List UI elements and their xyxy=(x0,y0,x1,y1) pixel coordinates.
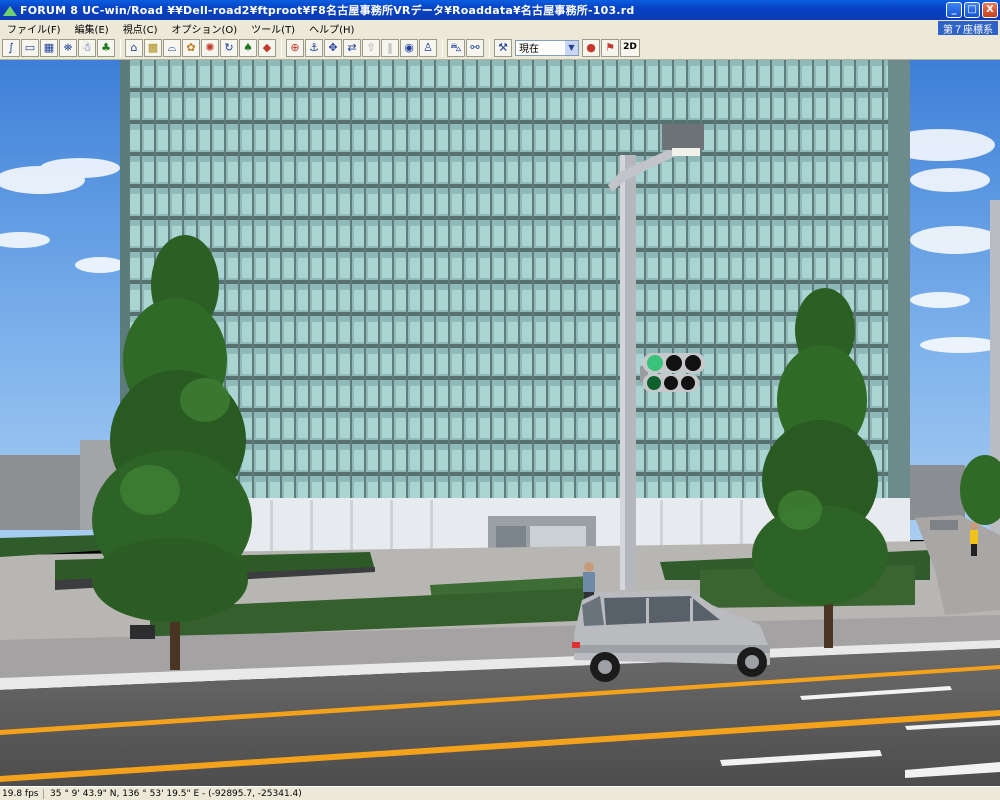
side-building-right xyxy=(905,465,965,520)
maximize-button[interactable]: □ xyxy=(964,2,980,18)
tool-icon[interactable]: ⚒ xyxy=(494,38,512,57)
menu-file[interactable]: ファイル(F) xyxy=(0,21,68,36)
person-icon[interactable]: ♙ xyxy=(419,38,437,57)
menu-tools[interactable]: ツール(T) xyxy=(244,21,302,36)
fire-icon[interactable]: ✺ xyxy=(201,38,219,57)
vehicle-icon[interactable]: ▭ xyxy=(21,38,39,57)
toolbar-separator xyxy=(281,38,282,57)
side-building-left xyxy=(0,455,80,530)
car-model-icon[interactable]: ◆ xyxy=(258,38,276,57)
walk-icon[interactable]: ☃ xyxy=(78,38,96,57)
road-icon[interactable]: ∫ xyxy=(2,38,20,57)
move-icon[interactable]: ✥ xyxy=(324,38,342,57)
bridge-icon[interactable]: ⌓ xyxy=(163,38,181,57)
app-icon[interactable] xyxy=(3,4,17,16)
drive-icon[interactable]: ⇄ xyxy=(343,38,361,57)
globe-icon[interactable]: ◉ xyxy=(400,38,418,57)
map-icon[interactable]: ▦ xyxy=(40,38,58,57)
menu-view[interactable]: 視点(C) xyxy=(116,21,165,36)
pedestrian-right xyxy=(970,522,978,556)
3d-viewport[interactable] xyxy=(0,60,1000,786)
menu-edit[interactable]: 編集(E) xyxy=(68,21,116,36)
window-controls: _ □ X xyxy=(946,2,998,18)
toolbar-separator xyxy=(489,38,490,57)
tree-icon[interactable]: ♣ xyxy=(97,38,115,57)
arrow-icon[interactable]: ⇧ xyxy=(362,38,380,57)
pause-icon[interactable]: ‖ xyxy=(381,38,399,57)
status-bar: 19.8 fps 35 ° 9' 43.9" N, 136 ° 53' 19.5… xyxy=(0,786,1000,800)
car-icon[interactable]: ⛍ xyxy=(447,38,465,57)
model-icon[interactable]: ⌂ xyxy=(125,38,143,57)
minimize-button[interactable]: _ xyxy=(946,2,962,18)
toolbar: ∫ ▭ ▦ ⛯ ☃ ♣ ⌂ ▩ ⌓ ✿ ✺ ↻ ♠ ◆ ⊕ ⚓ ✥ ⇄ ⇧ ‖ … xyxy=(0,36,1000,60)
coordinate-system-badge: 第７座標系 xyxy=(938,21,998,36)
scene-icon[interactable]: ✿ xyxy=(182,38,200,57)
recycle-icon[interactable]: ↻ xyxy=(220,38,238,57)
anchor-icon[interactable]: ⚓ xyxy=(305,38,323,57)
traffic-signal xyxy=(640,353,705,392)
link-icon[interactable]: ⚯ xyxy=(466,38,484,57)
menu-help[interactable]: ヘルプ(H) xyxy=(302,21,361,36)
coordinates-readout: 35 ° 9' 43.9" N, 136 ° 53' 19.5" E - (-9… xyxy=(50,788,302,799)
menu-bar: ファイル(F) 編集(E) 視点(C) オプション(O) ツール(T) ヘルプ(… xyxy=(0,20,1000,36)
chevron-down-icon[interactable]: ▼ xyxy=(565,40,578,55)
time-select[interactable]: 現在 ▼ xyxy=(515,39,579,56)
menu-options[interactable]: オプション(O) xyxy=(164,21,244,36)
time-select-value: 現在 xyxy=(519,44,539,55)
pedestrian-icon[interactable]: ⛯ xyxy=(59,38,77,57)
scene-canvas[interactable] xyxy=(0,60,1000,786)
title-bar: FORUM 8 UC-win/Road ¥¥Dell-road2¥ftproot… xyxy=(0,0,1000,20)
texture-icon[interactable]: ▩ xyxy=(144,38,162,57)
close-button[interactable]: X xyxy=(982,2,998,18)
target-icon[interactable]: ⊕ xyxy=(286,38,304,57)
window-title: FORUM 8 UC-win/Road ¥¥Dell-road2¥ftproot… xyxy=(20,4,635,17)
flag-icon[interactable]: ⚑ xyxy=(601,38,619,57)
fps-readout: 19.8 fps xyxy=(0,788,44,799)
toolbar-separator xyxy=(120,38,121,57)
tree-edit-icon[interactable]: ♠ xyxy=(239,38,257,57)
traffic-light-icon[interactable]: ● xyxy=(582,38,600,57)
2d-mode-button[interactable]: 2D xyxy=(620,38,640,57)
toolbar-separator xyxy=(442,38,443,57)
